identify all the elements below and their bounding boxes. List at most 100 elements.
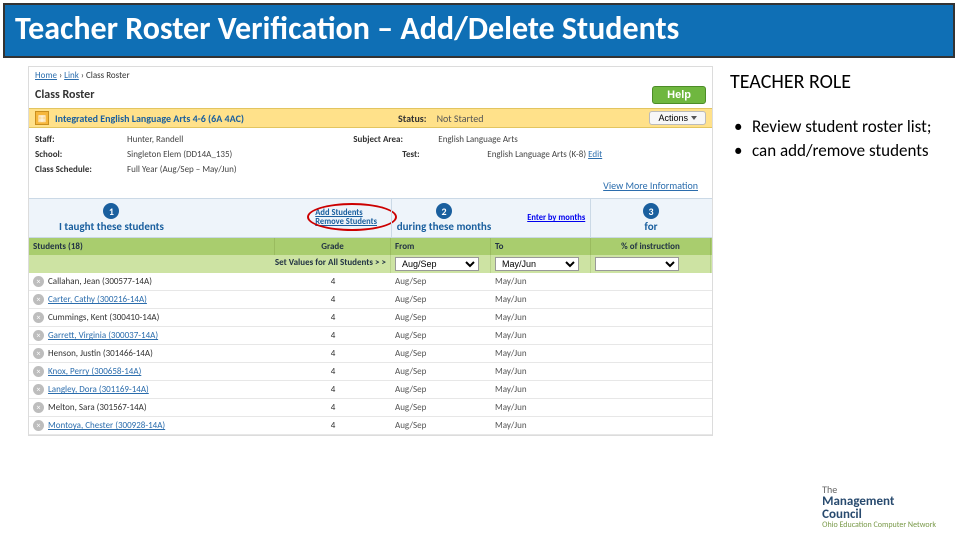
student-link[interactable]: Carter, Cathy (300216-14A) [48,294,147,305]
table-row: × Carter, Cathy (300216-14A) 4Aug/SepMay/J… [29,291,712,309]
step-3-badge: 3 [643,203,659,219]
cell-pct [591,387,711,393]
cell-to: May/Jun [491,291,591,308]
cell-pct [591,315,711,321]
slide-title-band: Teacher Roster Verification – Add/Delete… [3,3,955,58]
class-icon: ▦ [35,111,49,125]
remove-row-icon[interactable]: × [33,402,44,413]
remove-row-icon[interactable]: × [33,348,44,359]
subject-label: Subject Area: [353,134,438,145]
remove-students-link[interactable]: Remove Students [315,218,377,227]
table-header: Students (18) Grade From To % of instruc… [29,238,712,255]
remove-row-icon[interactable]: × [33,330,44,341]
view-more-link[interactable]: View More Information [603,179,698,192]
table-row: × Garrett, Virginia (300037-14A) 4Aug/SepM… [29,327,712,345]
student-name: Henson, Justin (301466-14A) [48,348,153,359]
col-students[interactable]: Students (18) [29,238,275,255]
cell-grade: 4 [275,273,391,290]
class-banner: ▦ Integrated English Language Arts 4-6 (… [29,108,712,128]
cell-grade: 4 [275,291,391,308]
remove-row-icon[interactable]: × [33,420,44,431]
cell-from: Aug/Sep [391,417,491,434]
table-row: ×Callahan, Jean (300577-14A)4Aug/SepMay/… [29,273,712,291]
edit-test-link[interactable]: Edit [588,149,602,160]
step-1: 1 I taught these students Add Students R… [29,199,391,237]
set-all-from[interactable]: Aug/Sep [395,257,479,271]
cell-to: May/Jun [491,273,591,290]
cell-from: Aug/Sep [391,327,491,344]
set-all-label: Set Values for All Students > > [29,255,391,273]
cell-grade: 4 [275,327,391,344]
student-link[interactable]: Langley, Dora (301169-14A) [48,384,149,395]
test-value: English Language Arts (K-8) Edit [487,149,602,160]
cell-to: May/Jun [491,309,591,326]
remove-row-icon[interactable]: × [33,294,44,305]
cell-from: Aug/Sep [391,381,491,398]
student-name: Melton, Sara (301567-14A) [48,402,147,413]
cell-to: May/Jun [491,327,591,344]
cell-to: May/Jun [491,345,591,362]
set-all-pct[interactable] [595,257,679,271]
col-grade[interactable]: Grade [275,238,391,255]
help-button[interactable]: Help [652,86,706,104]
table-row: ×Langley, Dora (301169-14A)4Aug/SepMay/J… [29,381,712,399]
cell-from: Aug/Sep [391,309,491,326]
enter-by-months-link[interactable]: Enter by months [527,213,585,223]
actions-menu[interactable]: Actions [649,111,706,125]
schedule-value: Full Year (Aug/Sep – May/Jun) [127,164,237,175]
step-2: 2 during these months Enter by months [391,199,591,237]
table-row: ×Melton, Sara (301567-14A)4Aug/SepMay/Ju… [29,399,712,417]
slide-title: Teacher Roster Verification – Add/Delete… [15,11,939,46]
step-1-text: I taught these students [59,220,164,233]
cell-to: May/Jun [491,417,591,434]
step-2-badge: 2 [436,203,452,219]
role-heading: TEACHER ROLE [730,70,942,94]
remove-row-icon[interactable]: × [33,276,44,287]
staff-value: Hunter, Randell [127,134,183,145]
crumb-current: Class Roster [86,70,130,81]
bullet-1: Review student roster list; [730,116,942,138]
logo-arcs-icon [770,485,814,529]
cell-to: May/Jun [491,363,591,380]
cell-from: Aug/Sep [391,291,491,308]
col-pct[interactable]: % of instruction [591,238,711,255]
cell-from: Aug/Sep [391,399,491,416]
step-3-text: for [644,220,657,233]
class-title: Integrated English Language Arts 4-6 (6A… [55,112,244,125]
footer-logo: The Management Council Ohio Education Co… [770,485,936,529]
school-label: School: [35,149,127,160]
crumb-home[interactable]: Home [35,70,57,81]
cell-pct [591,351,711,357]
table-row: ×Henson, Justin (301466-14A)4Aug/SepMay/… [29,345,712,363]
school-value: Singleton Elem (DD14A_135) [127,149,232,160]
student-name: Callahan, Jean (300577-14A) [48,276,152,287]
cell-to: May/Jun [491,399,591,416]
step-header: 1 I taught these students Add Students R… [29,198,712,238]
status-label: Status: [398,112,427,125]
col-to[interactable]: To [491,238,591,255]
student-link[interactable]: Knox, Perry (300658-14A) [48,366,141,377]
cell-from: Aug/Sep [391,345,491,362]
page-title: Class Roster [35,88,94,102]
cell-from: Aug/Sep [391,363,491,380]
set-all-row: Set Values for All Students > > Aug/Sep … [29,255,712,273]
class-metadata: Staff: Hunter, Randell Subject Area: Eng… [29,128,712,198]
remove-row-icon[interactable]: × [33,366,44,377]
cell-grade: 4 [275,363,391,380]
logo-sub: Ohio Education Computer Network [822,521,936,529]
test-label: Test: [402,149,487,160]
table-row: ×Montoya, Chester (300928-14A)4Aug/SepMa… [29,417,712,435]
subject-value: English Language Arts [438,134,517,145]
staff-label: Staff: [35,134,127,145]
cell-grade: 4 [275,381,391,398]
col-from[interactable]: From [391,238,491,255]
crumb-link[interactable]: Link [64,70,79,81]
step-1-badge: 1 [103,203,119,219]
student-link[interactable]: Montoya, Chester (300928-14A) [48,420,165,431]
set-all-to[interactable]: May/Jun [495,257,579,271]
cell-pct [591,405,711,411]
student-link[interactable]: Garrett, Virginia (300037-14A) [48,330,158,341]
remove-row-icon[interactable]: × [33,384,44,395]
remove-row-icon[interactable]: × [33,312,44,323]
role-bullets: Review student roster list; can add/remo… [730,116,942,162]
